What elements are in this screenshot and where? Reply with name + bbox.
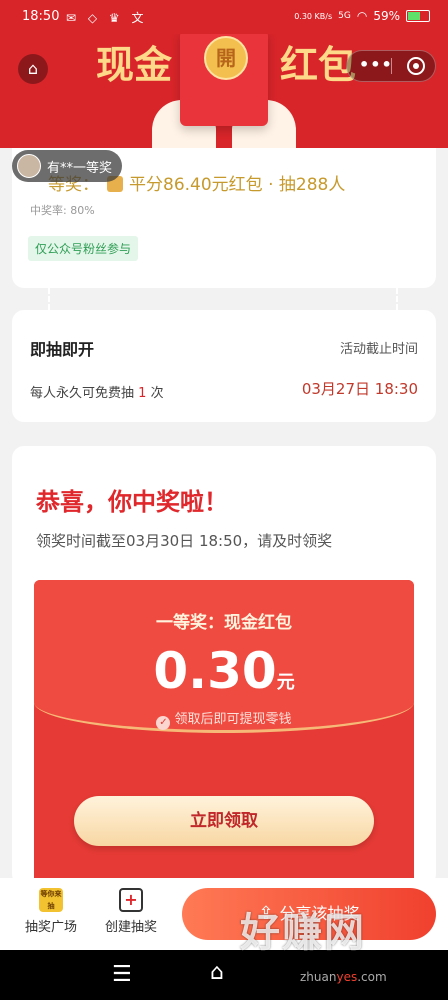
create-lottery-icon: +	[119, 888, 143, 912]
system-home-icon[interactable]: ⌂	[210, 960, 224, 985]
status-right: 0.30 KB/s 5G ◠ 59%	[294, 9, 430, 23]
winner-ticker: 有**一等奖	[12, 150, 122, 182]
status-bar: 18:50 ✉ ◇ ♛ 文 0.30 KB/s 5G ◠ 59%	[0, 0, 448, 34]
wifi-icon: ◠	[356, 9, 368, 23]
watermark-url-a: zhuan	[300, 970, 337, 984]
winner-text: 有**一等奖	[47, 160, 113, 176]
site-watermark-url: zhuanyes.com	[300, 970, 387, 984]
network-speed: 0.30 KB/s	[294, 11, 333, 21]
draw-rule-prefix: 每人永久可免费抽	[30, 386, 135, 401]
congrats-title: 恭喜，你中奖啦！	[36, 488, 228, 516]
close-miniapp-icon[interactable]	[407, 57, 425, 75]
site-watermark: 好赚网	[240, 910, 366, 956]
tab-create-lottery-label: 创建抽奖	[104, 920, 157, 935]
amount-value: 0.30	[153, 642, 277, 700]
draw-type-title: 即抽即开	[30, 340, 95, 359]
deadline-label: 活动截止时间	[339, 342, 418, 357]
wechat-pay-icon: ✓	[156, 716, 171, 730]
miniapp-capsule: •••	[346, 50, 436, 82]
notification-icons: ✉ ◇ ♛ 文	[66, 11, 148, 25]
menu-icon[interactable]: ☰	[112, 962, 132, 987]
prize-title: 一等奖：现金红包	[156, 613, 292, 633]
more-menu-icon[interactable]: •••	[359, 55, 393, 74]
red-envelope-illustration: 開	[180, 34, 268, 126]
prize-amount: 0.30元	[34, 642, 414, 700]
prize-text: 平分86.40元红包 · 抽288人	[129, 175, 346, 195]
win-result-card: 恭喜，你中奖啦！ 领奖时间截至03月30日 18:50，请及时领奖 一等奖：现金…	[12, 446, 436, 886]
draw-info-card: 即抽即开 活动截止时间 每人永久可免费抽 1 次 03月27日 18:30	[12, 310, 436, 422]
watermark-url-c: .com	[357, 970, 387, 984]
open-coin-icon: 開	[204, 36, 248, 80]
watermark-url-b: yes	[336, 970, 358, 984]
withdraw-tip: ✓ 领取后即可提现零钱	[34, 708, 414, 730]
win-rate: 中奖率: 80%	[30, 204, 95, 217]
battery-percent: 59%	[373, 9, 400, 23]
amount-unit: 元	[276, 672, 295, 693]
home-button[interactable]: ⌂	[18, 54, 48, 84]
lottery-square-icon: 等你来抽	[39, 888, 63, 912]
draw-rule: 每人永久可免费抽 1 次	[30, 382, 164, 401]
signal-5g: 5G	[338, 11, 351, 21]
tab-lottery-square-label: 抽奖广场	[24, 920, 77, 935]
draw-count: 1	[138, 386, 147, 401]
battery-icon	[406, 10, 430, 22]
red-packet: 一等奖：现金红包 0.30元 ✓ 领取后即可提现零钱 立即领取	[34, 580, 414, 886]
tab-lottery-square[interactable]: 等你来抽 抽奖广场	[16, 888, 86, 935]
fans-only-badge: 仅公众号粉丝参与	[28, 236, 139, 261]
banner-title-left: 现金	[96, 43, 173, 87]
tab-create-lottery[interactable]: + 创建抽奖	[96, 888, 166, 935]
claim-now-button[interactable]: 立即领取	[74, 796, 374, 846]
withdraw-tip-text: 领取后即可提现零钱	[174, 712, 292, 727]
home-icon: ⌂	[27, 59, 39, 78]
claim-deadline-notice: 领奖时间截至03月30日 18:50，请及时领奖	[36, 532, 333, 550]
status-time: 18:50	[22, 9, 60, 24]
deadline-time: 03月27日 18:30	[301, 380, 418, 398]
banner-title-right: 红包	[280, 43, 357, 87]
avatar	[17, 154, 41, 178]
draw-rule-suffix: 次	[150, 386, 164, 401]
capsule-divider	[391, 58, 392, 74]
